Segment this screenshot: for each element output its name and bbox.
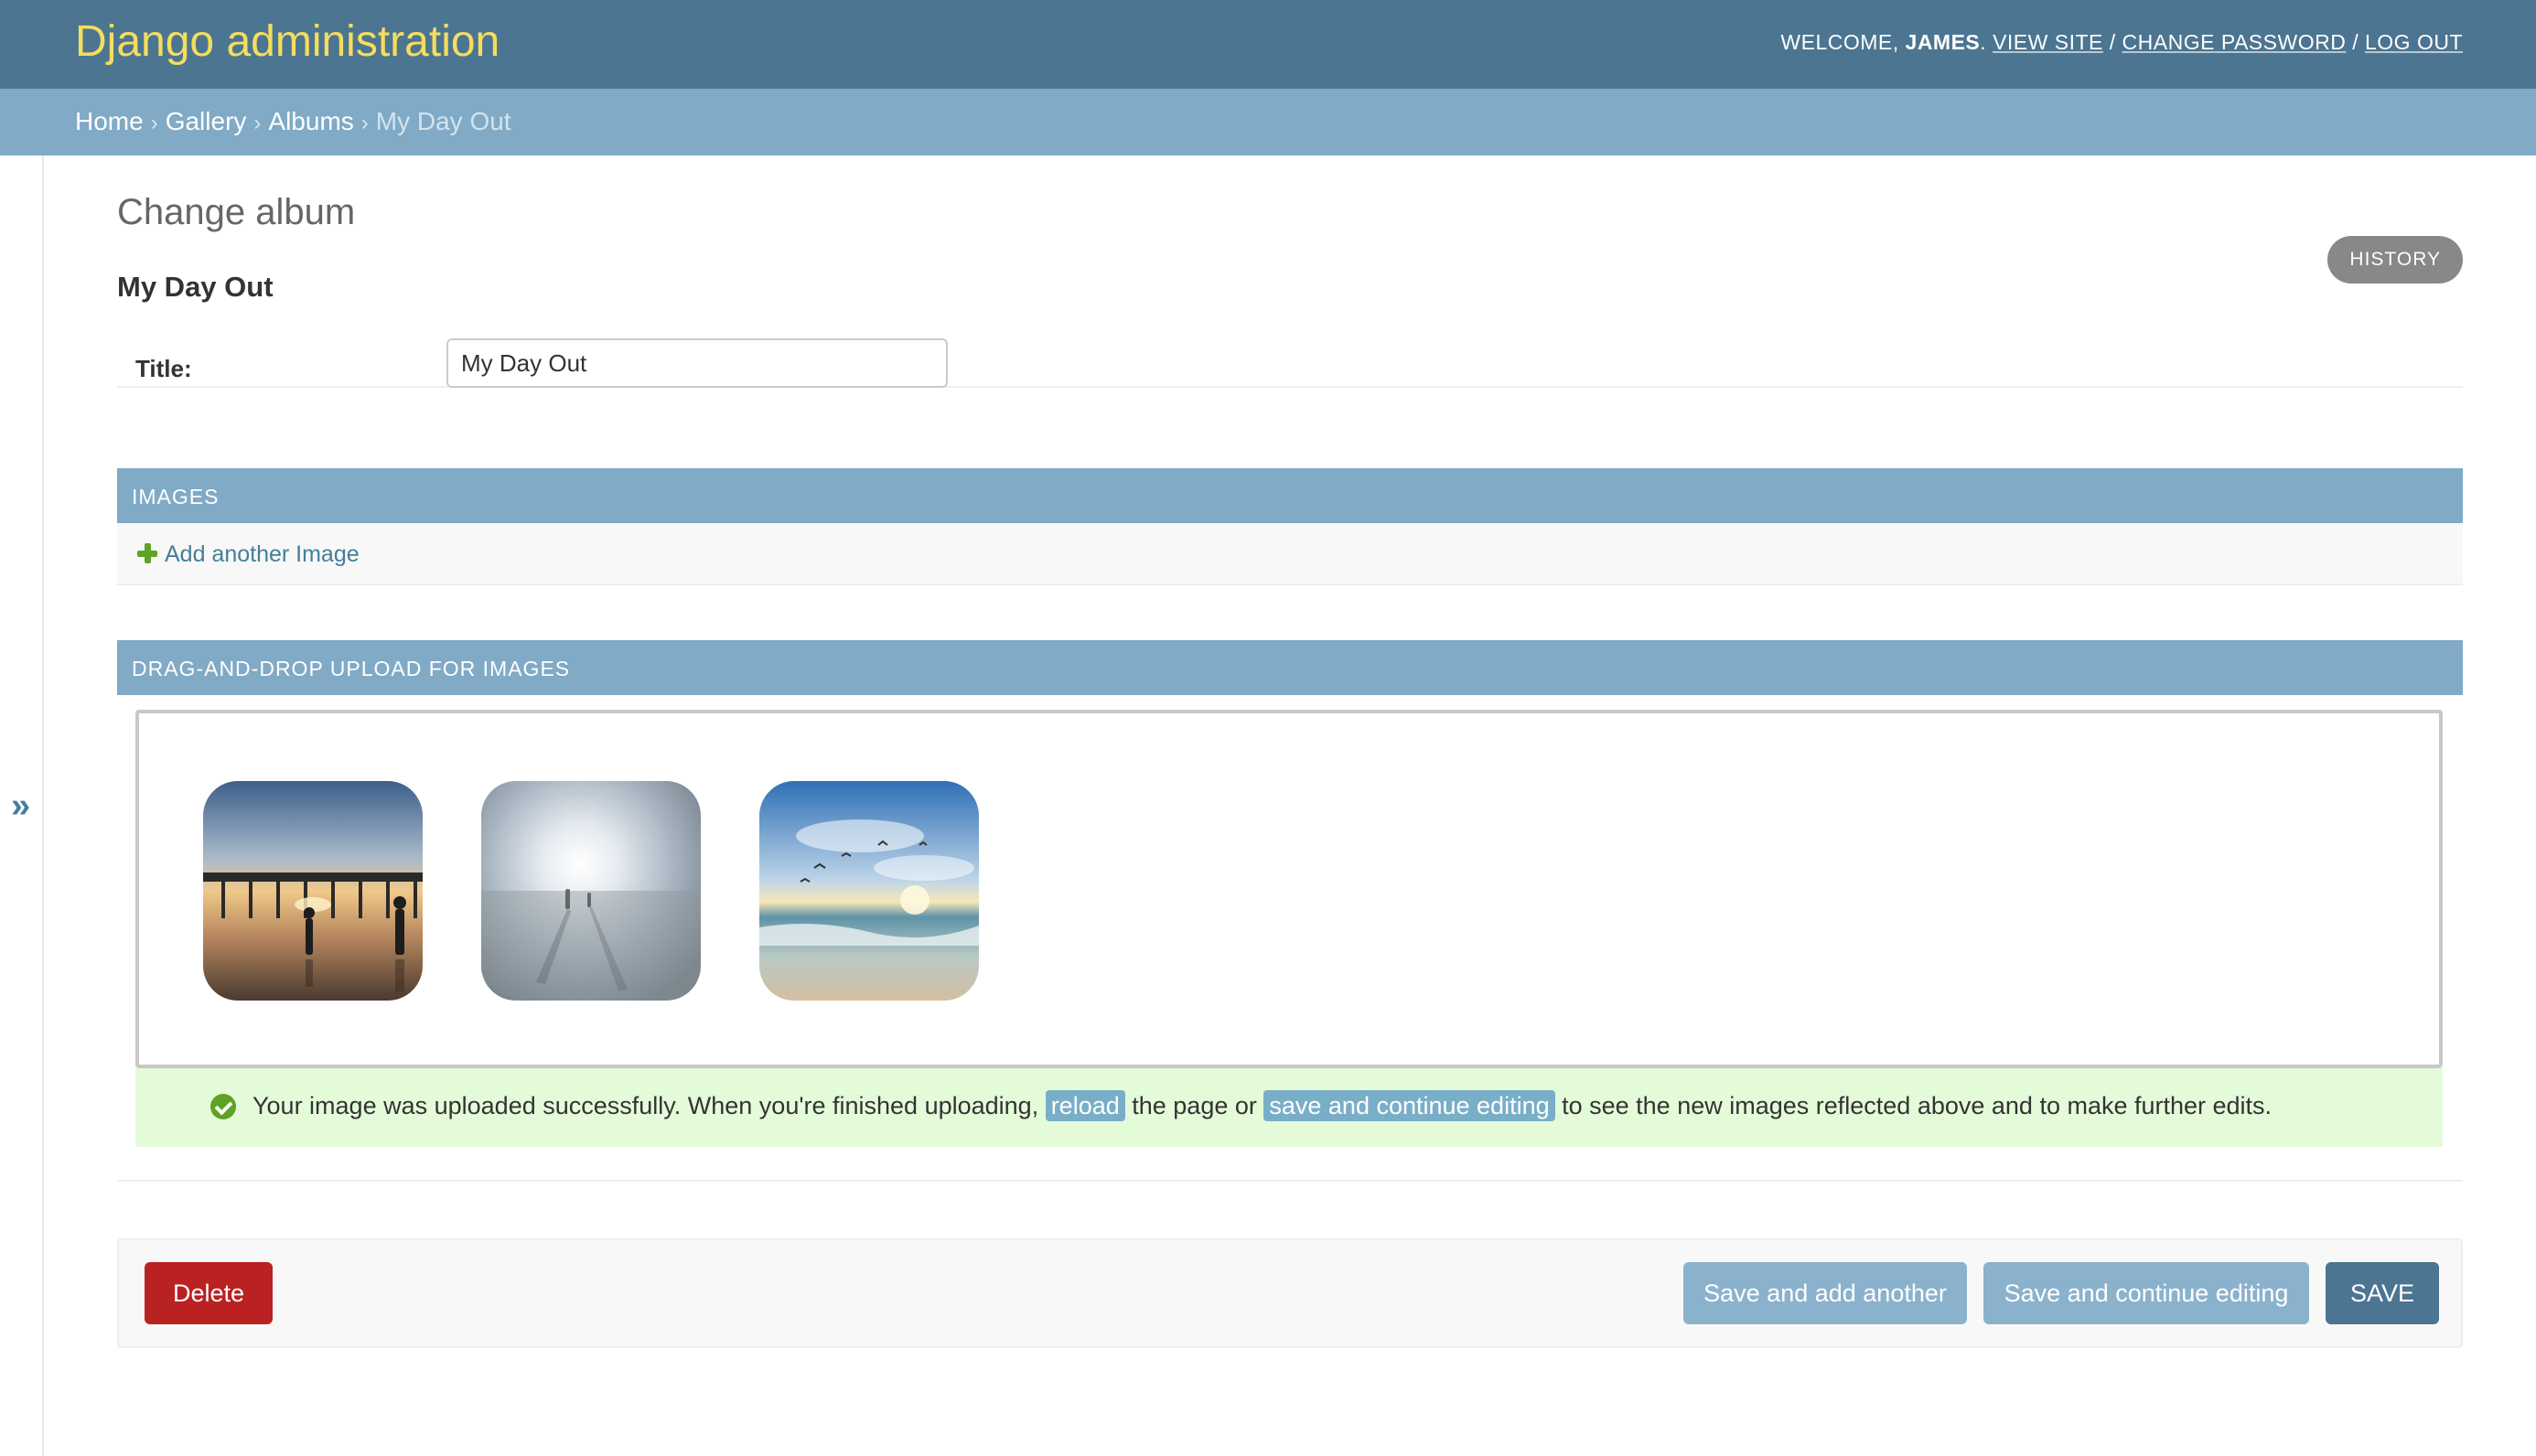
add-icon[interactable] [137,543,157,563]
breadcrumb-gallery[interactable]: Gallery [166,107,247,135]
success-check-icon [210,1094,236,1119]
submit-row: Delete Save and add another Save and con… [117,1238,2463,1348]
log-out-link[interactable]: Log out [2365,30,2463,54]
add-another-image-link[interactable]: Add another Image [165,541,360,568]
sunlit-shore-photo [481,781,701,1001]
site-name[interactable]: Django administration [75,16,500,67]
breadcrumb-separator: › [253,111,262,135]
user-tools-separator: / [2346,30,2365,54]
object-title: My Day Out [117,271,274,303]
image-thumbnail[interactable] [759,781,979,1001]
reload-link[interactable]: reload [1045,1090,1125,1121]
image-thumbnail[interactable] [481,781,701,1001]
breadcrumb: Home › Gallery › Albums › My Day Out [0,89,2536,155]
view-site-link[interactable]: View site [1993,30,2103,54]
pier-beach-photo [203,781,423,1001]
divider [117,1180,2463,1182]
breadcrumb-home[interactable]: Home [75,107,144,135]
breadcrumb-albums[interactable]: Albums [268,107,353,135]
save-and-add-another-button[interactable]: Save and add another [1683,1262,1967,1324]
change-password-link[interactable]: Change password [2122,30,2347,54]
breadcrumb-separator: › [150,111,158,135]
save-continue-link[interactable]: save and continue editing [1263,1090,1555,1121]
welcome-suffix: . [1980,30,1993,54]
username: James [1905,30,1981,54]
title-field-label: Title: [135,355,192,382]
nav-sidebar-toggle-icon[interactable]: » [11,787,30,826]
success-text: the page or [1124,1092,1264,1119]
save-and-continue-button[interactable]: Save and continue editing [1983,1262,2309,1324]
success-text: Your image was uploaded successfully. Wh… [253,1092,1046,1119]
delete-button[interactable]: Delete [145,1262,273,1324]
success-text: to see the new images reflected above an… [1554,1092,2273,1119]
save-button[interactable]: SAVE [2326,1262,2439,1324]
collapsed-nav-sidebar: » [0,155,44,1456]
images-inline-header: IMAGES [117,468,2463,523]
image-thumbnail[interactable] [203,781,423,1001]
user-tools-separator: / [2102,30,2122,54]
admin-header: Django administration Welcome, James. Vi… [0,0,2536,89]
dnd-upload-header: DRAG-AND-DROP UPLOAD FOR IMAGES [117,640,2463,695]
breadcrumb-current: My Day Out [375,107,511,135]
breadcrumb-separator: › [360,111,369,135]
success-message: Your image was uploaded successfully. Wh… [135,1068,2443,1147]
ocean-birds-photo [759,781,979,1001]
page-title: Change album [117,192,356,232]
welcome-prefix: Welcome, [1780,30,1906,54]
history-button[interactable]: History [2327,236,2463,284]
title-input[interactable] [446,338,948,388]
dropzone[interactable] [135,710,2443,1068]
user-tools: Welcome, James. View site / Change passw… [1780,30,2463,55]
add-image-row: Add another Image [117,523,2463,585]
